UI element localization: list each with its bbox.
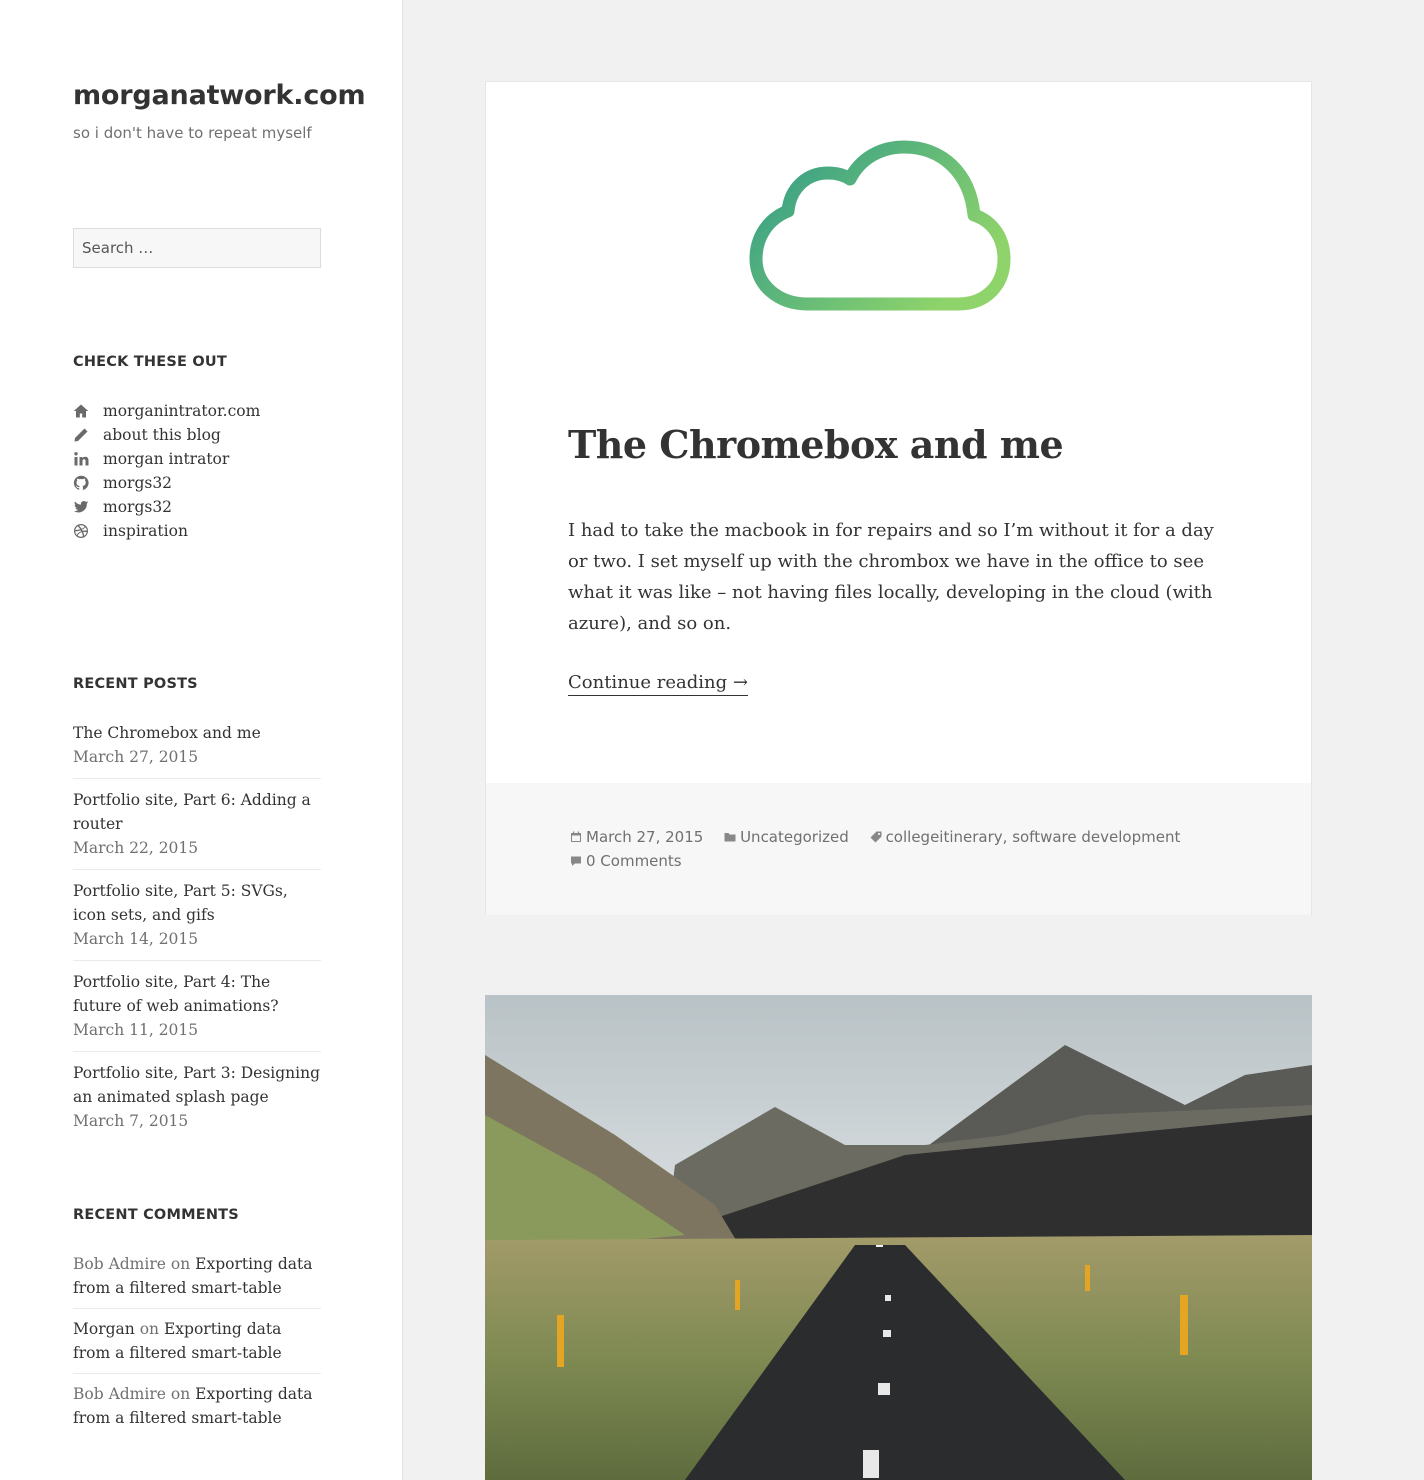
meta-category[interactable]: Uncategorized bbox=[724, 828, 849, 846]
github-icon bbox=[73, 475, 103, 491]
post-date: March 11, 2015 bbox=[73, 1021, 199, 1039]
comment-on: on bbox=[170, 1255, 191, 1273]
link-item[interactable]: about this blog bbox=[73, 423, 260, 447]
post-date: March 7, 2015 bbox=[73, 1112, 189, 1130]
post-meta: March 27, 2015 Uncategorized collegeitin… bbox=[570, 825, 1230, 873]
recent-comments-list: Bob Admire on Exporting data from a filt… bbox=[73, 1252, 321, 1446]
post-date: March 22, 2015 bbox=[73, 839, 199, 857]
link-label[interactable]: morgs32 bbox=[103, 474, 172, 492]
tag-icon bbox=[870, 831, 882, 843]
list-item: Portfolio site, Part 5: SVGs, icon sets,… bbox=[73, 879, 321, 961]
widget-title-recent-comments: RECENT COMMENTS bbox=[73, 1207, 239, 1223]
link-item[interactable]: inspiration bbox=[73, 519, 260, 543]
link-label[interactable]: about this blog bbox=[103, 426, 221, 444]
list-item: Bob Admire on Exporting data from a filt… bbox=[73, 1252, 321, 1309]
social-links: morganintrator.com about this blog morga… bbox=[73, 399, 260, 543]
home-icon bbox=[73, 403, 103, 419]
pencil-icon bbox=[73, 427, 103, 443]
list-item: Morgan on Exporting data from a filtered… bbox=[73, 1317, 321, 1374]
post-excerpt: I had to take the macbook in for repairs… bbox=[568, 520, 1214, 634]
link-label[interactable]: morganintrator.com bbox=[103, 402, 260, 420]
meta-date[interactable]: March 27, 2015 bbox=[570, 828, 703, 846]
post-date: March 27, 2015 bbox=[73, 748, 199, 766]
link-label[interactable]: inspiration bbox=[103, 522, 188, 540]
post-date: March 14, 2015 bbox=[73, 930, 199, 948]
twitter-icon bbox=[73, 499, 103, 515]
widget-title-recent-posts: RECENT POSTS bbox=[73, 676, 198, 692]
link-label[interactable]: morgan intrator bbox=[103, 450, 229, 468]
meta-comments-text: 0 Comments bbox=[586, 852, 682, 870]
post-link[interactable]: Portfolio site, Part 6: Adding a router bbox=[73, 788, 321, 836]
calendar-icon bbox=[571, 831, 581, 842]
continue-reading-link[interactable]: Continue reading → bbox=[568, 672, 748, 696]
meta-tags-text: collegeitinerary, software development bbox=[885, 828, 1181, 846]
site-description: so i don't have to repeat myself bbox=[73, 124, 312, 142]
comment-on: on bbox=[170, 1385, 191, 1403]
meta-tags[interactable]: collegeitinerary, software development bbox=[870, 828, 1181, 846]
comment-author: Bob Admire bbox=[73, 1385, 166, 1403]
link-item[interactable]: morganintrator.com bbox=[73, 399, 260, 423]
meta-date-text: March 27, 2015 bbox=[586, 828, 704, 846]
post-title[interactable]: The Chromebox and me bbox=[568, 422, 1064, 467]
meta-comments[interactable]: 0 Comments bbox=[570, 852, 682, 870]
folder-icon bbox=[724, 833, 736, 842]
road-mountain-image bbox=[485, 995, 1312, 1480]
post-link[interactable]: Portfolio site, Part 5: SVGs, icon sets,… bbox=[73, 879, 321, 927]
cloud-icon bbox=[749, 140, 1011, 311]
post-article: The Chromebox and me I had to take the m… bbox=[485, 81, 1312, 915]
post-footer: March 27, 2015 Uncategorized collegeitin… bbox=[486, 783, 1311, 915]
link-item[interactable]: morgs32 bbox=[73, 471, 260, 495]
comment-on: on bbox=[139, 1320, 160, 1338]
comment-author[interactable]: Morgan bbox=[73, 1320, 135, 1338]
list-item: Portfolio site, Part 3: Designing an ani… bbox=[73, 1061, 321, 1142]
list-item: Portfolio site, Part 4: The future of we… bbox=[73, 970, 321, 1052]
comment-icon bbox=[571, 856, 581, 866]
list-item: Portfolio site, Part 6: Adding a router … bbox=[73, 788, 321, 870]
search-input[interactable] bbox=[73, 228, 321, 268]
link-item[interactable]: morgs32 bbox=[73, 495, 260, 519]
list-item: Bob Admire on Exporting data from a filt… bbox=[73, 1382, 321, 1438]
linkedin-icon bbox=[73, 451, 103, 467]
recent-posts-list: The Chromebox and me March 27, 2015 Port… bbox=[73, 721, 321, 1151]
link-item[interactable]: morgan intrator bbox=[73, 447, 260, 471]
site-title[interactable]: morganatwork.com bbox=[73, 80, 366, 111]
post-link[interactable]: The Chromebox and me bbox=[73, 721, 321, 745]
list-item: The Chromebox and me March 27, 2015 bbox=[73, 721, 321, 779]
link-label[interactable]: morgs32 bbox=[103, 498, 172, 516]
comment-author: Bob Admire bbox=[73, 1255, 166, 1273]
widget-title-check: CHECK THESE OUT bbox=[73, 354, 227, 370]
post-link[interactable]: Portfolio site, Part 3: Designing an ani… bbox=[73, 1061, 321, 1109]
post-link[interactable]: Portfolio site, Part 4: The future of we… bbox=[73, 970, 321, 1018]
dribbble-icon bbox=[73, 523, 103, 539]
post-featured-image[interactable] bbox=[485, 995, 1312, 1480]
meta-category-text: Uncategorized bbox=[740, 828, 849, 846]
sidebar: morganatwork.com so i don't have to repe… bbox=[0, 0, 403, 1480]
